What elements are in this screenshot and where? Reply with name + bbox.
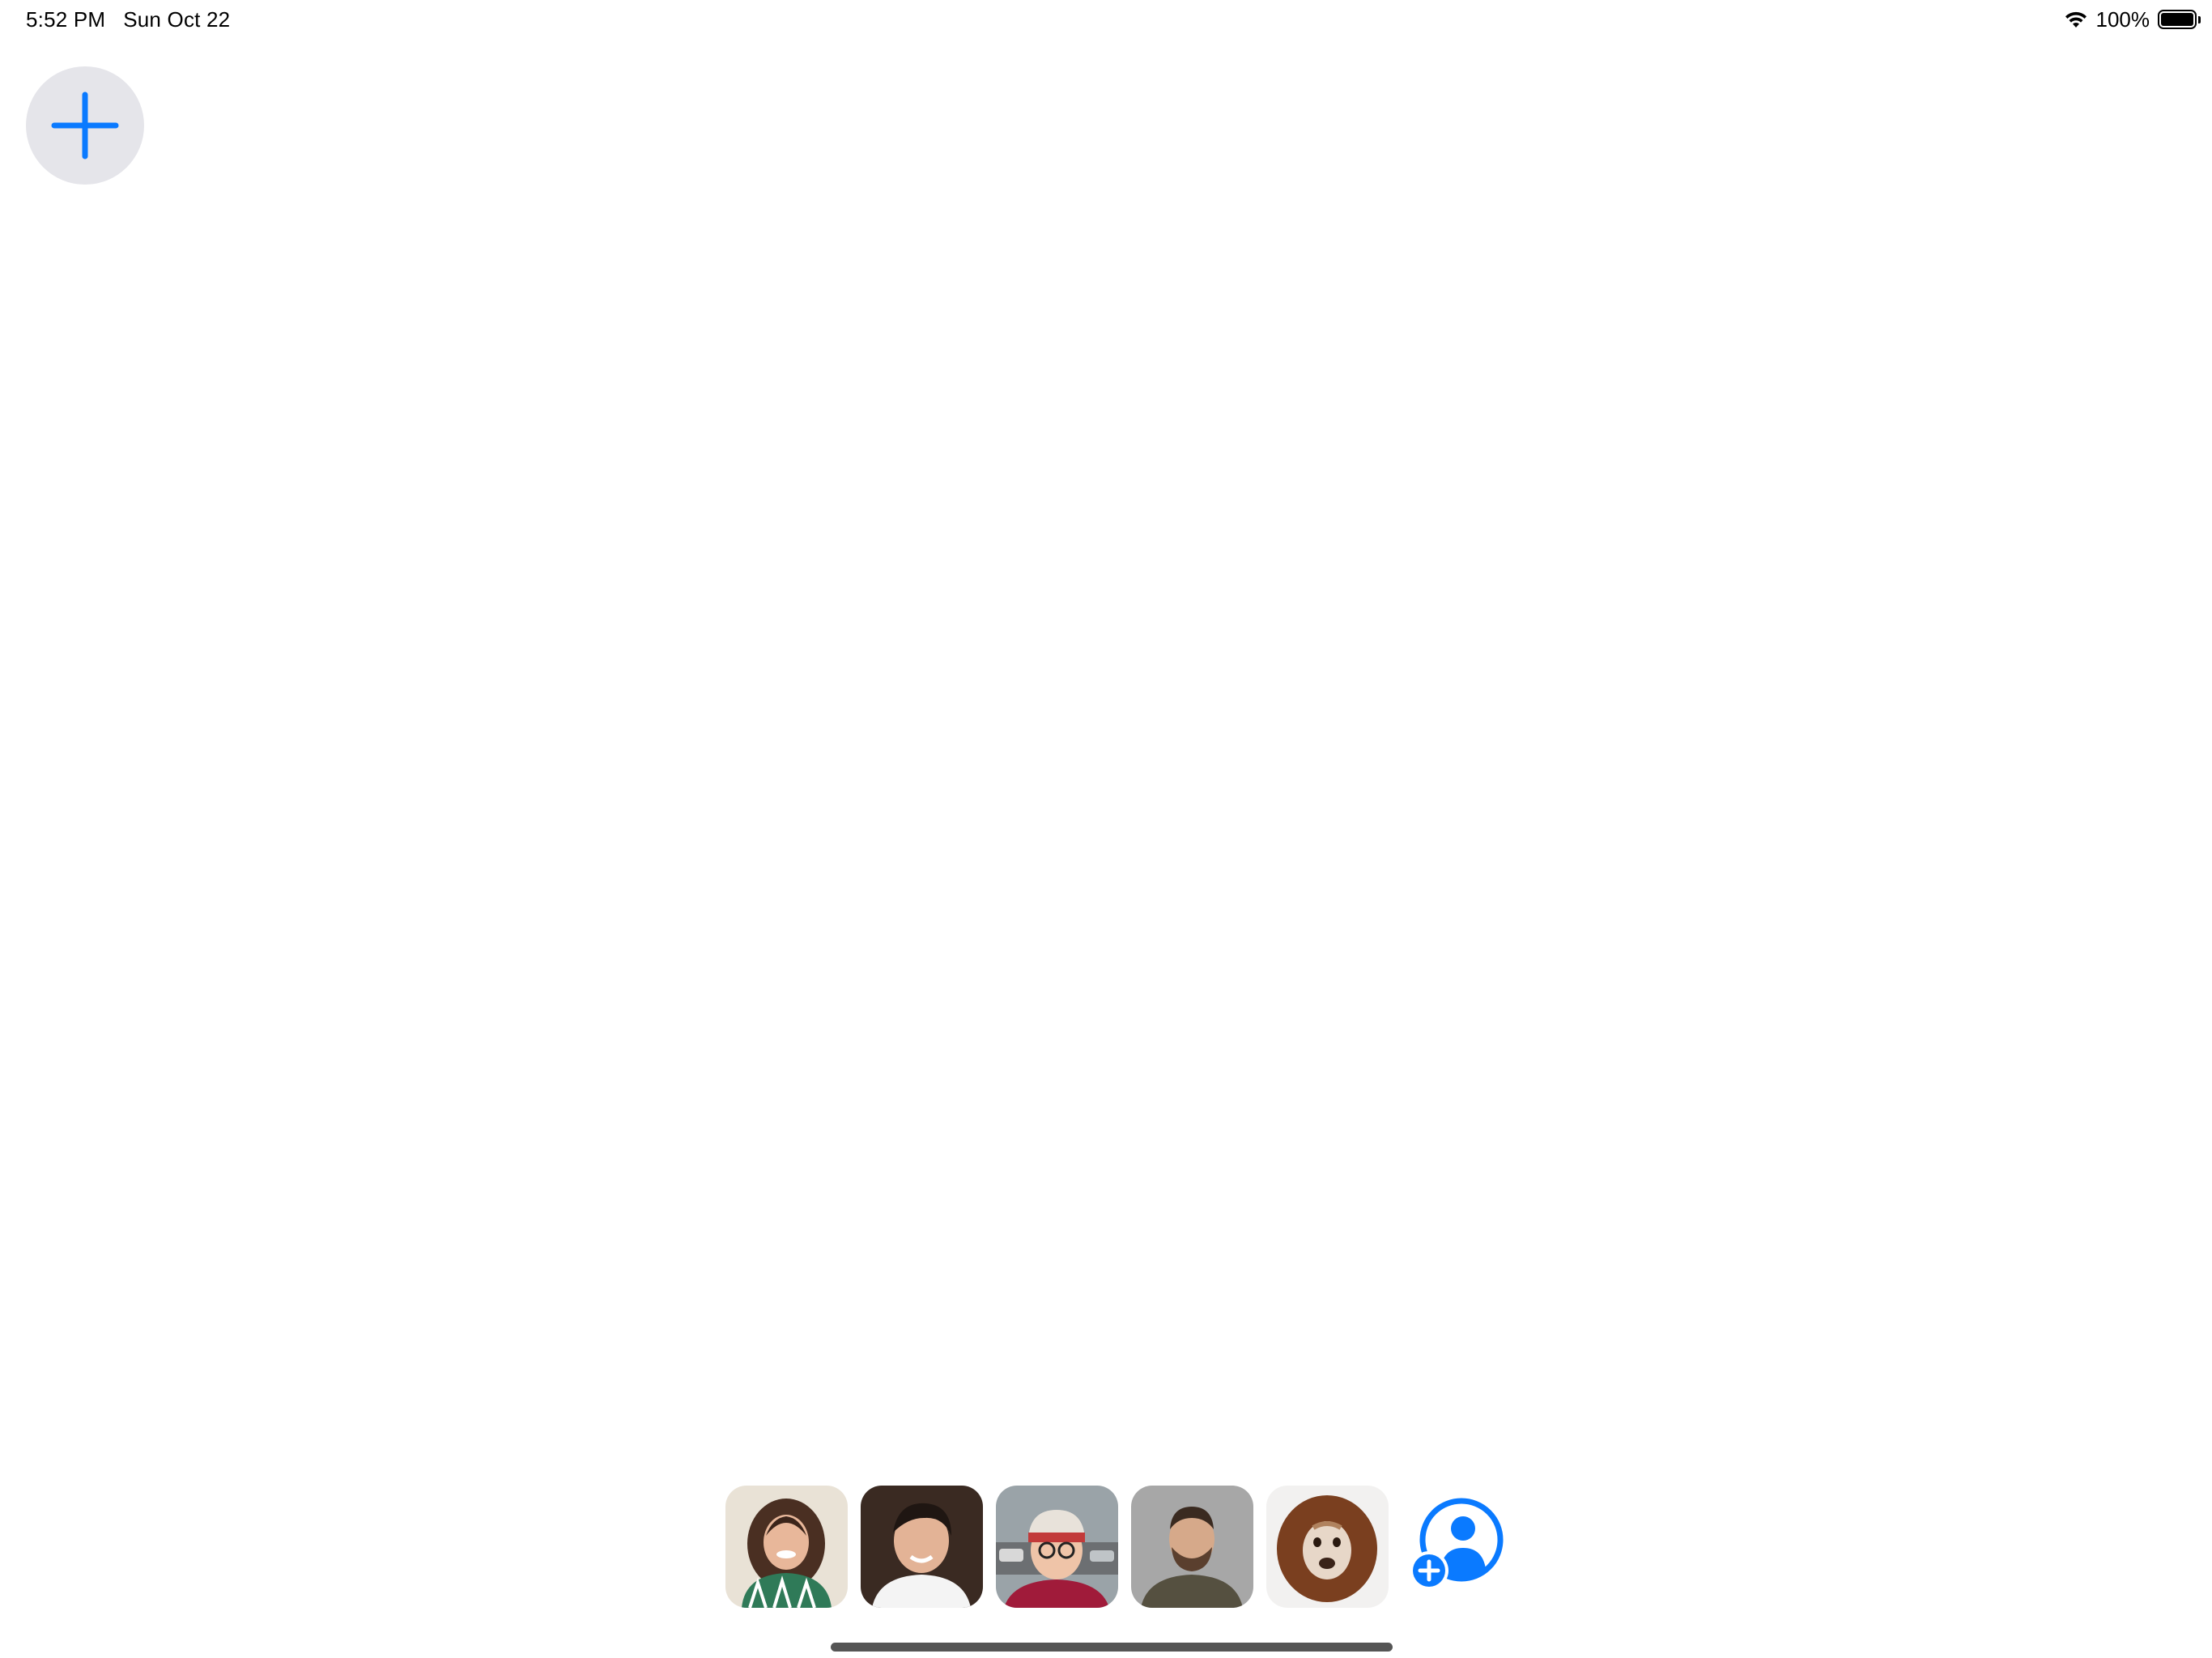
bearded-man-photo <box>1131 1485 1253 1608</box>
battery-cap <box>2198 15 2201 23</box>
contacts-strip <box>725 1485 1505 1608</box>
dog-lion-costume-photo <box>1266 1485 1389 1608</box>
plus-icon <box>51 91 119 159</box>
status-bar-right: 100% <box>2064 6 2201 32</box>
battery-icon <box>2158 10 2201 29</box>
status-bar-left: 5:52 PM Sun Oct 22 <box>26 6 230 32</box>
contact-avatar-1[interactable] <box>725 1485 848 1608</box>
wifi-icon <box>2064 10 2088 29</box>
battery-body <box>2158 10 2197 29</box>
contact-avatar-4[interactable] <box>1131 1485 1253 1608</box>
status-date: Sun Oct 22 <box>123 6 231 32</box>
battery-percentage: 100% <box>2095 6 2150 32</box>
young-man-smiling-photo <box>861 1485 983 1608</box>
contact-avatar-3[interactable] <box>996 1485 1118 1608</box>
battery-fill <box>2161 13 2193 26</box>
status-time: 5:52 PM <box>26 6 106 32</box>
add-person-button[interactable] <box>1408 1498 1505 1595</box>
add-person-icon <box>1410 1498 1504 1590</box>
woman-beanie-glasses-photo <box>996 1485 1118 1608</box>
home-indicator[interactable] <box>831 1643 1393 1652</box>
contact-avatar-5[interactable] <box>1266 1485 1389 1608</box>
contact-avatar-2[interactable] <box>861 1485 983 1608</box>
woman-curly-hair-photo <box>725 1485 848 1608</box>
add-button[interactable] <box>26 66 144 185</box>
